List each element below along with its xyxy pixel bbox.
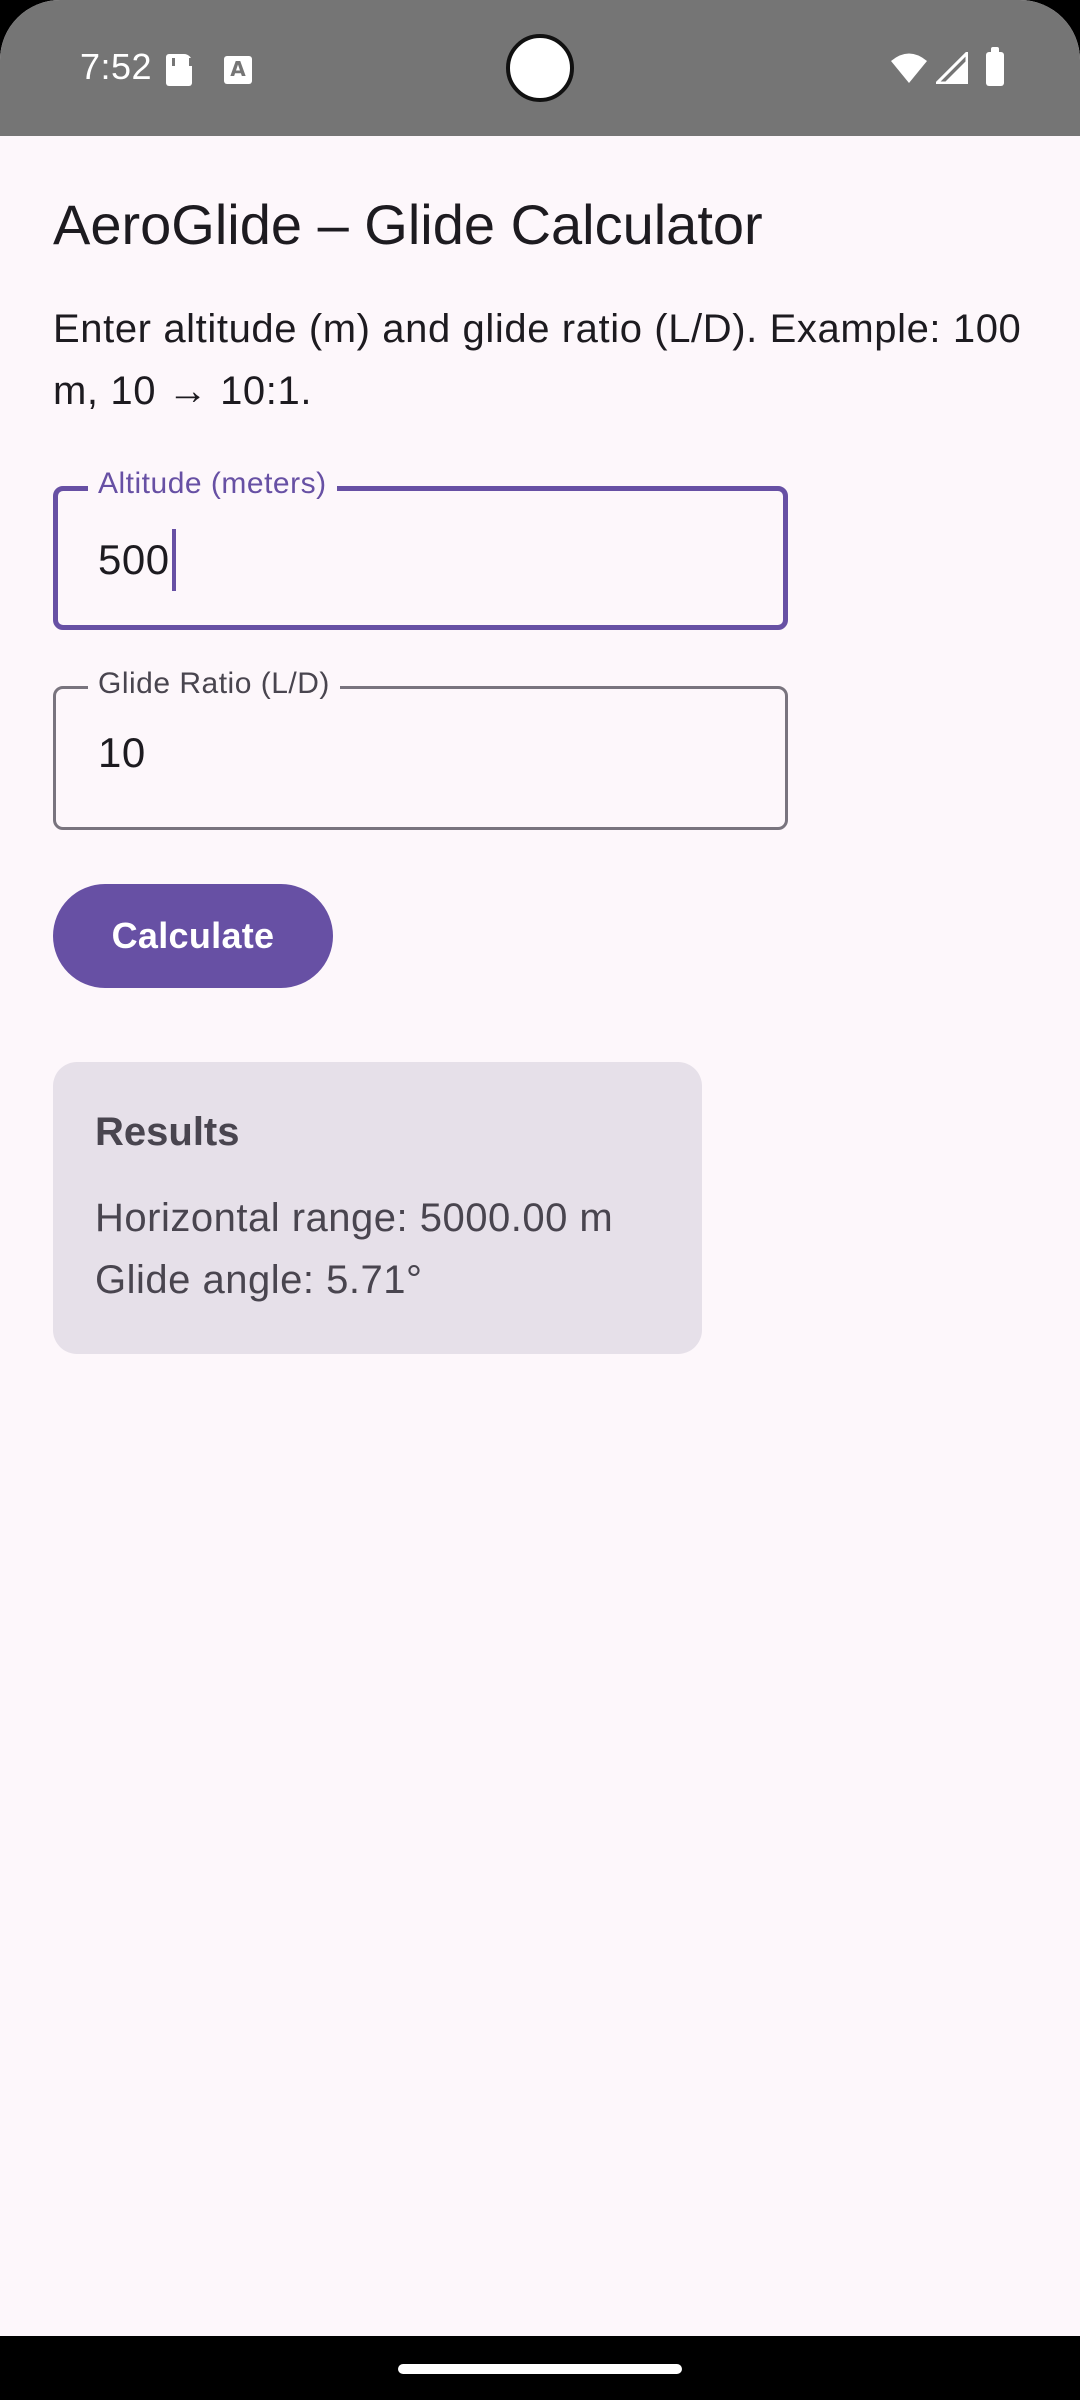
instructions-text: Enter altitude (m) and glide ratio (L/D)… — [53, 307, 1022, 413]
results-title: Results — [95, 1110, 240, 1154]
status-time: 7:52 — [80, 46, 153, 87]
altitude-value: 500 — [98, 536, 170, 583]
camera-cutout — [506, 34, 574, 102]
horizontal-range-text: Horizontal range: 5000.00 m — [95, 1196, 614, 1240]
calculate-button[interactable]: Calculate — [53, 884, 333, 988]
results-card: Results Horizontal range: 5000.00 m Glid… — [53, 1062, 702, 1354]
sd-card-icon — [166, 54, 192, 86]
altitude-field[interactable]: Altitude (meters) 500 — [53, 467, 788, 630]
altitude-input[interactable]: 500 — [98, 529, 176, 591]
battery-icon — [986, 47, 1004, 86]
glide-ratio-input[interactable]: 10 — [98, 729, 146, 777]
home-gesture-handle[interactable] — [398, 2364, 682, 2374]
glide-angle-text: Glide angle: 5.71° — [95, 1258, 423, 1302]
glide-ratio-label: Glide Ratio (L/D) — [88, 667, 340, 701]
wifi-icon — [891, 53, 927, 83]
glide-ratio-field[interactable]: Glide Ratio (L/D) 10 — [53, 667, 788, 830]
glide-ratio-value: 10 — [98, 729, 146, 776]
status-bar: 7:52 A — [0, 0, 1080, 136]
altitude-label: Altitude (meters) — [88, 467, 337, 501]
text-cursor — [171, 529, 176, 591]
font-icon: A — [224, 56, 252, 84]
page-title: AeroGlide – Glide Calculator — [53, 193, 763, 256]
app-screen: 7:52 A AeroGlide – Glide Calculator Ente… — [0, 0, 1080, 2400]
signal-icon — [936, 52, 968, 84]
